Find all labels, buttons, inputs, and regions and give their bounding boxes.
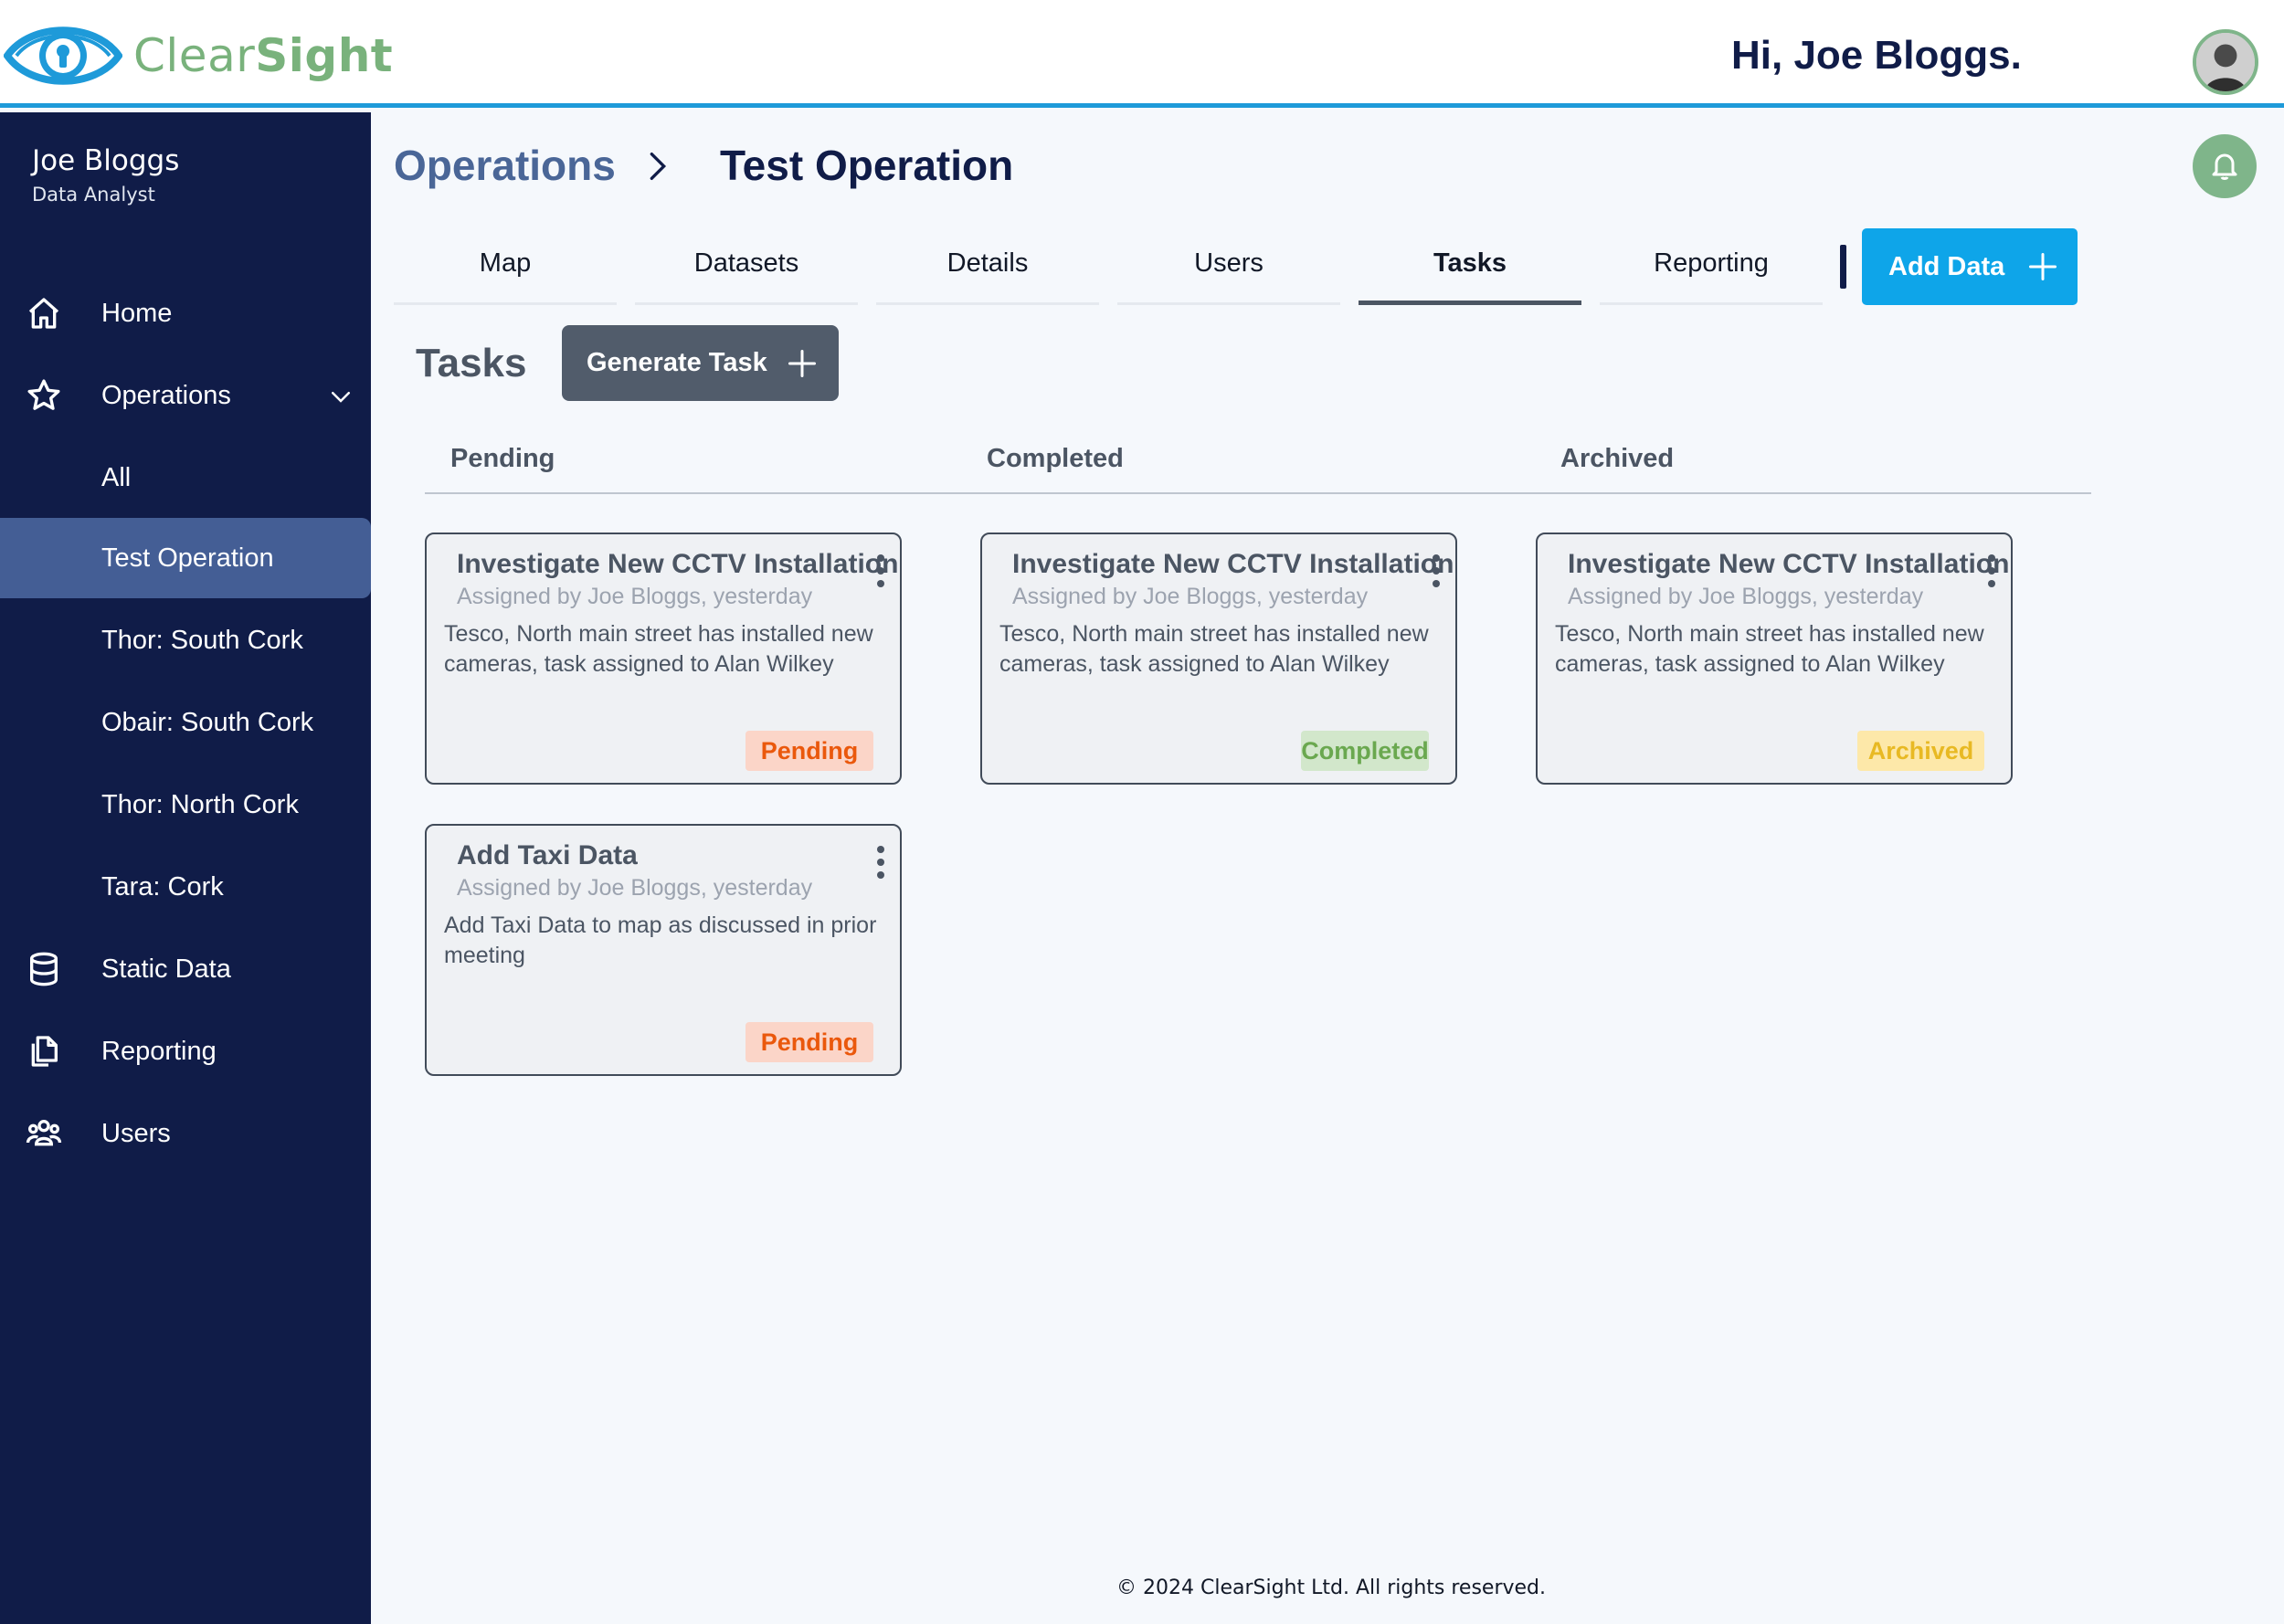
top-header: ClearSight Hi, Joe Bloggs. <box>0 0 2284 108</box>
add-data-button[interactable]: Add Data <box>1862 228 2078 305</box>
task-card-assigned: Assigned by Joe Bloggs, yesterday <box>457 875 813 901</box>
sidebar-item-static-data[interactable]: Static Data <box>0 929 371 1009</box>
tab-tasks[interactable]: Tasks <box>1359 228 1581 305</box>
plus-icon <box>788 349 816 377</box>
eye-logo-icon <box>4 26 122 85</box>
generate-task-label: Generate Task <box>587 348 767 377</box>
task-card-title: Investigate New CCTV Installation <box>457 549 899 579</box>
sidebar-item-test-operation[interactable]: Test Operation <box>0 518 371 598</box>
sidebar-item-label: Obair: South Cork <box>101 707 314 737</box>
sidebar-item-label: Users <box>101 1118 171 1148</box>
column-header-pending: Pending <box>450 444 555 473</box>
clearsight-logo[interactable]: ClearSight <box>4 16 393 95</box>
task-card-title: Add Taxi Data <box>457 840 638 870</box>
sidebar-item-label: All <box>101 462 132 492</box>
column-divider <box>425 492 2091 494</box>
generate-task-button[interactable]: Generate Task <box>562 325 839 401</box>
sidebar-item-reporting[interactable]: Reporting <box>0 1011 371 1091</box>
status-badge: Pending <box>745 1022 873 1062</box>
notifications-button[interactable] <box>2193 134 2257 198</box>
task-card-assigned: Assigned by Joe Bloggs, yesterday <box>1568 584 1924 609</box>
chevron-right-icon <box>650 153 667 180</box>
task-card[interactable]: Add Taxi Data Assigned by Joe Bloggs, ye… <box>425 824 902 1076</box>
tab-reporting[interactable]: Reporting <box>1600 228 1823 305</box>
add-data-label: Add Data <box>1888 251 2005 281</box>
brand-sight: Sight <box>255 29 394 82</box>
sidebar-item-operations[interactable]: Operations <box>0 355 371 436</box>
avatar-photo-icon <box>2196 33 2255 91</box>
sidebar-item-label: Thor: North Cork <box>101 789 299 819</box>
task-card[interactable]: Investigate New CCTV Installation Assign… <box>1536 533 2013 785</box>
sidebar-user-name: Joe Bloggs <box>32 144 180 177</box>
sidebar-item-all[interactable]: All <box>0 438 371 518</box>
status-badge: Archived <box>1857 731 1984 771</box>
plus-icon <box>2029 253 2057 280</box>
sidebar-item-label: Static Data <box>101 954 231 984</box>
task-card[interactable]: Investigate New CCTV Installation Assign… <box>425 533 902 785</box>
more-vertical-icon[interactable] <box>1985 553 1998 589</box>
sidebar-item-label: Test Operation <box>101 543 274 573</box>
sidebar-item-obair-south-cork[interactable]: Obair: South Cork <box>0 682 371 763</box>
tab-details[interactable]: Details <box>876 228 1099 305</box>
tab-divider <box>1840 245 1846 289</box>
bell-icon <box>2212 153 2237 180</box>
brand-clear: Clear <box>133 29 256 82</box>
column-header-completed: Completed <box>987 444 1124 473</box>
tab-users[interactable]: Users <box>1117 228 1340 305</box>
task-card-assigned: Assigned by Joe Bloggs, yesterday <box>457 584 813 609</box>
tasks-heading: Tasks <box>416 341 527 385</box>
sidebar-item-home[interactable]: Home <box>0 273 371 353</box>
task-card-description: Tesco, North main street has installed n… <box>444 621 873 677</box>
sidebar-item-users[interactable]: Users <box>0 1093 371 1174</box>
sidebar-item-thor-south-cork[interactable]: Thor: South Cork <box>0 600 371 680</box>
tab-map[interactable]: Map <box>394 228 617 305</box>
task-card-assigned: Assigned by Joe Bloggs, yesterday <box>1012 584 1369 609</box>
status-badge: Completed <box>1301 731 1429 771</box>
sidebar: Joe Bloggs Data Analyst Home Operations … <box>0 112 371 1624</box>
user-avatar[interactable] <box>2193 29 2258 95</box>
status-badge: Pending <box>745 731 873 771</box>
database-icon <box>30 952 58 986</box>
page-title: Test Operation <box>720 142 1014 189</box>
documents-icon <box>31 1036 58 1067</box>
sidebar-item-tara-cork[interactable]: Tara: Cork <box>0 847 371 927</box>
brand-name: ClearSight <box>133 29 393 82</box>
sidebar-item-label: Home <box>101 298 173 328</box>
home-icon <box>28 298 59 329</box>
sidebar-item-label: Thor: South Cork <box>101 625 303 655</box>
sidebar-item-label: Tara: Cork <box>101 871 224 902</box>
chevron-down-icon[interactable] <box>327 383 354 410</box>
more-vertical-icon[interactable] <box>874 844 887 881</box>
sidebar-item-label: Operations <box>101 380 231 410</box>
breadcrumb-root[interactable]: Operations <box>394 141 616 190</box>
more-vertical-icon[interactable] <box>1430 553 1443 589</box>
sidebar-user-role: Data Analyst <box>32 184 155 206</box>
task-card-description: Tesco, North main street has installed n… <box>1555 621 1984 677</box>
greeting-text: Hi, Joe Bloggs. <box>1731 33 2022 78</box>
footer-copyright: © 2024 ClearSight Ltd. All rights reserv… <box>1116 1577 1547 1599</box>
tab-datasets[interactable]: Datasets <box>635 228 858 305</box>
sidebar-item-label: Reporting <box>101 1036 217 1066</box>
more-vertical-icon[interactable] <box>874 553 887 589</box>
task-card-title: Investigate New CCTV Installation <box>1012 549 1454 579</box>
task-card[interactable]: Investigate New CCTV Installation Assign… <box>980 533 1457 785</box>
task-card-description: Tesco, North main street has installed n… <box>999 621 1429 677</box>
users-icon <box>26 1120 62 1146</box>
task-card-description: Add Taxi Data to map as discussed in pri… <box>444 912 877 968</box>
sidebar-item-thor-north-cork[interactable]: Thor: North Cork <box>0 765 371 845</box>
star-icon <box>27 379 60 410</box>
task-card-title: Investigate New CCTV Installation <box>1568 549 2010 579</box>
column-header-archived: Archived <box>1560 444 1675 473</box>
